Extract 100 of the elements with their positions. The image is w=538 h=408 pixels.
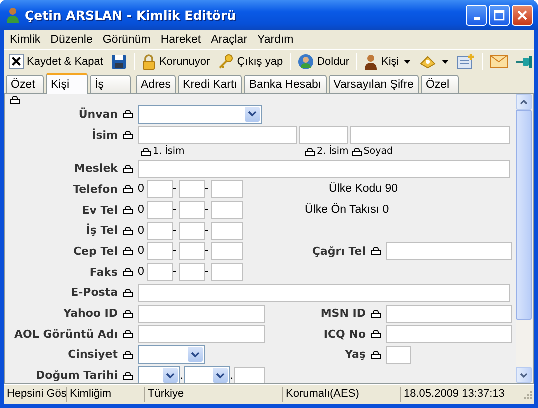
input-field[interactable] [147, 180, 173, 198]
field-label: Ünvan [78, 108, 118, 121]
input-field[interactable] [147, 263, 173, 282]
padlock-icon [142, 54, 156, 70]
tab[interactable]: Kişi [46, 73, 88, 94]
input-field[interactable] [211, 201, 243, 220]
field-label: Yahoo ID [62, 307, 118, 320]
input-field[interactable] [147, 242, 173, 260]
lock-icon [123, 330, 133, 338]
toolbar-button[interactable]: Doldur [294, 50, 354, 72]
dropdown-field[interactable] [184, 366, 230, 383]
separator-dash: - [173, 266, 178, 278]
close-button[interactable] [512, 4, 533, 26]
field-hint: 2. İsim [317, 146, 349, 158]
resize-grip-icon[interactable] [523, 390, 533, 400]
input-field[interactable] [299, 126, 348, 144]
input-field[interactable] [211, 242, 243, 260]
menu-item[interactable]: Hareket [156, 34, 206, 46]
menu-item[interactable]: Düzenle [46, 34, 98, 46]
new-note-icon [457, 54, 476, 70]
chevron-down-icon [188, 347, 203, 362]
input-field[interactable] [179, 242, 205, 260]
input-field[interactable] [179, 263, 205, 282]
menu-item[interactable]: Yardım [252, 34, 299, 46]
input-field[interactable] [211, 222, 243, 240]
tab[interactable]: Özet [6, 75, 44, 93]
input-field[interactable] [234, 366, 265, 383]
field-label: E-Posta [70, 286, 118, 300]
scrollbar[interactable] [516, 94, 532, 383]
close-icon [9, 54, 24, 69]
input-field[interactable] [179, 180, 205, 198]
minimize-button[interactable] [466, 4, 487, 26]
dropdown-field[interactable] [138, 345, 205, 364]
field-label: ICQ No [324, 328, 366, 341]
toolbar-button[interactable]: Kişi [360, 50, 416, 72]
input-field[interactable] [386, 304, 512, 323]
scroll-up-button[interactable] [516, 94, 532, 110]
input-field[interactable] [386, 325, 512, 344]
status-text: Hepsini Gös [6, 387, 66, 402]
country-code-note: Ülke Ön Takısı 0 [305, 204, 390, 216]
field-hint: 1. İsim [153, 146, 185, 158]
lock-icon [123, 185, 133, 194]
tab[interactable]: İş [90, 75, 131, 93]
input-field[interactable] [138, 126, 297, 144]
lock-icon [123, 110, 133, 118]
menu-item[interactable]: Görünüm [98, 34, 156, 46]
input-field[interactable] [138, 304, 265, 323]
scroll-down-button[interactable] [516, 367, 532, 383]
lock-icon [10, 96, 20, 104]
status-text: Korumalı(AES) [282, 387, 400, 402]
field-label: Telefon [72, 182, 118, 196]
lock-icon [141, 148, 151, 156]
separator-dash: - [205, 245, 210, 258]
key-icon [218, 54, 234, 70]
menu-item[interactable]: Araçlar [206, 34, 253, 46]
separator-dash: - [205, 224, 210, 237]
lock-icon [371, 310, 381, 318]
toolbar-button[interactable]: Korunuyor [138, 50, 214, 72]
tab[interactable]: Adres [136, 75, 176, 93]
toolbar-button[interactable]: Çıkış yap [214, 50, 288, 72]
scroll-thumb[interactable] [516, 110, 532, 320]
dropdown-field[interactable] [138, 366, 180, 383]
status-text: 18.05.2009 13:37:13 [400, 387, 508, 402]
input-field[interactable] [138, 160, 510, 178]
input-field[interactable] [179, 201, 205, 220]
tab[interactable]: Kredi Kartı [178, 75, 242, 93]
input-field[interactable] [350, 126, 510, 144]
envelope-icon [490, 55, 508, 68]
date-separator: . [180, 370, 184, 382]
input-field[interactable] [147, 222, 173, 240]
separator-dash: - [173, 204, 178, 216]
pushpin-icon [516, 54, 534, 68]
separator-dash: - [205, 266, 210, 278]
separator-dash: - [173, 183, 178, 196]
dropdown-field[interactable] [138, 104, 262, 124]
lock-icon [371, 350, 381, 359]
date-separator: . [230, 370, 234, 382]
input-field[interactable] [138, 284, 510, 302]
status-text: Kimliğim [66, 387, 144, 402]
person-icon [6, 7, 20, 23]
lock-icon [123, 131, 133, 140]
menu-item[interactable]: Kimlik [5, 34, 46, 46]
input-field[interactable] [211, 263, 243, 282]
chevron-down-icon [245, 106, 260, 122]
maximize-button[interactable] [489, 4, 510, 26]
maximize-icon [494, 10, 505, 20]
input-field[interactable] [386, 346, 411, 364]
input-field[interactable] [147, 201, 173, 220]
chevron-down-icon [163, 368, 178, 383]
input-field[interactable] [179, 222, 205, 240]
field-label: Cep Tel [72, 244, 118, 258]
input-field[interactable] [138, 325, 265, 344]
input-field[interactable] [211, 180, 243, 198]
tab[interactable]: Varsayılan Şifre [328, 75, 419, 93]
separator-dash: - [173, 245, 178, 258]
tab[interactable]: Banka Hesabı [244, 75, 327, 93]
input-field[interactable] [386, 242, 512, 260]
toolbar-button[interactable]: Kaydet & Kapat [5, 50, 108, 72]
tab[interactable]: Özel [420, 75, 459, 93]
lock-icon [305, 148, 315, 156]
